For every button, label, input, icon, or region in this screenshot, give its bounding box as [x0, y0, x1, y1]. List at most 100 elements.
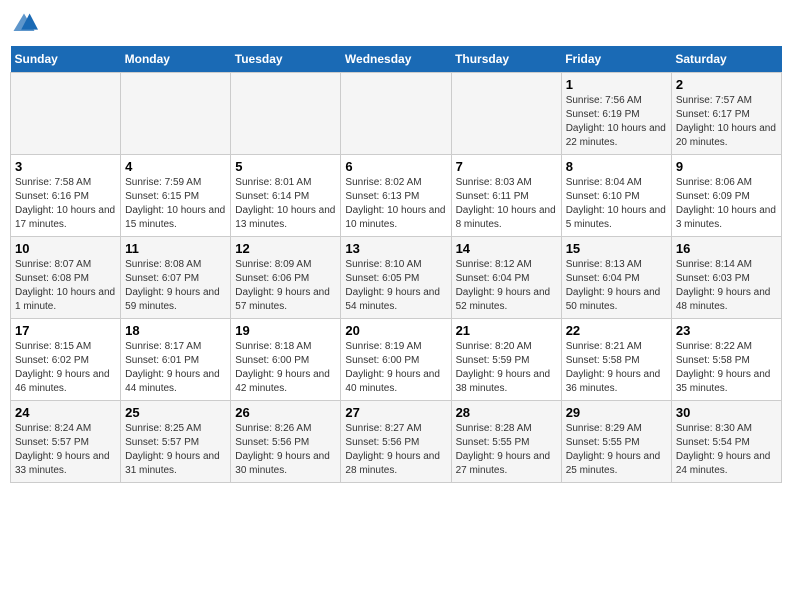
- day-cell: 24 Sunrise: 8:24 AM Sunset: 5:57 PM Dayli…: [11, 401, 121, 483]
- header-day-saturday: Saturday: [671, 46, 781, 73]
- day-info: Sunrise: 8:03 AM Sunset: 6:11 PM Dayligh…: [456, 176, 557, 232]
- day-cell: 9 Sunrise: 8:06 AM Sunset: 6:09 PM Daylig…: [671, 155, 781, 237]
- day-cell: [121, 73, 231, 155]
- day-number: 6: [345, 159, 446, 174]
- day-cell: 2 Sunrise: 7:57 AM Sunset: 6:17 PM Daylig…: [671, 73, 781, 155]
- day-number: 7: [456, 159, 557, 174]
- day-cell: 10 Sunrise: 8:07 AM Sunset: 6:08 PM Dayli…: [11, 237, 121, 319]
- day-info: Sunrise: 8:15 AM Sunset: 6:02 PM Dayligh…: [15, 340, 116, 396]
- day-number: 3: [15, 159, 116, 174]
- day-info: Sunrise: 8:20 AM Sunset: 5:59 PM Dayligh…: [456, 340, 557, 396]
- page-header: [10, 10, 782, 38]
- day-number: 22: [566, 323, 667, 338]
- day-cell: 7 Sunrise: 8:03 AM Sunset: 6:11 PM Daylig…: [451, 155, 561, 237]
- day-cell: [11, 73, 121, 155]
- day-number: 1: [566, 77, 667, 92]
- day-cell: 29Sunrise: 8:29 AM Sunset: 5:55 PM Dayli…: [561, 401, 671, 483]
- day-cell: 6Sunrise: 8:02 AM Sunset: 6:13 PM Daylig…: [341, 155, 451, 237]
- day-number: 17: [15, 323, 116, 338]
- day-number: 26: [235, 405, 336, 420]
- day-number: 29: [566, 405, 667, 420]
- day-number: 18: [125, 323, 226, 338]
- day-cell: 5Sunrise: 8:01 AM Sunset: 6:14 PM Daylig…: [231, 155, 341, 237]
- day-number: 16: [676, 241, 777, 256]
- day-cell: 12 Sunrise: 8:09 AM Sunset: 6:06 PM Dayli…: [231, 237, 341, 319]
- header-day-sunday: Sunday: [11, 46, 121, 73]
- day-info: Sunrise: 8:22 AM Sunset: 5:58 PM Dayligh…: [676, 340, 777, 396]
- logo-icon: [10, 10, 38, 38]
- week-row-3: 10 Sunrise: 8:07 AM Sunset: 6:08 PM Dayli…: [11, 237, 782, 319]
- day-number: 30: [676, 405, 777, 420]
- day-info: Sunrise: 8:14 AM Sunset: 6:03 PM Dayligh…: [676, 258, 777, 314]
- day-info: Sunrise: 8:27 AM Sunset: 5:56 PM Dayligh…: [345, 422, 446, 478]
- day-cell: [341, 73, 451, 155]
- day-number: 14: [456, 241, 557, 256]
- day-number: 10: [15, 241, 116, 256]
- day-cell: [231, 73, 341, 155]
- header-day-tuesday: Tuesday: [231, 46, 341, 73]
- day-number: 2: [676, 77, 777, 92]
- day-info: Sunrise: 8:28 AM Sunset: 5:55 PM Dayligh…: [456, 422, 557, 478]
- day-number: 28: [456, 405, 557, 420]
- day-cell: 28 Sunrise: 8:28 AM Sunset: 5:55 PM Dayli…: [451, 401, 561, 483]
- day-cell: 27 Sunrise: 8:27 AM Sunset: 5:56 PM Dayli…: [341, 401, 451, 483]
- day-number: 15: [566, 241, 667, 256]
- day-cell: 17 Sunrise: 8:15 AM Sunset: 6:02 PM Dayli…: [11, 319, 121, 401]
- day-info: Sunrise: 7:56 AM Sunset: 6:19 PM Dayligh…: [566, 94, 667, 150]
- header-day-monday: Monday: [121, 46, 231, 73]
- day-info: Sunrise: 8:10 AM Sunset: 6:05 PM Dayligh…: [345, 258, 446, 314]
- calendar-header: SundayMondayTuesdayWednesdayThursdayFrid…: [11, 46, 782, 73]
- day-cell: 16 Sunrise: 8:14 AM Sunset: 6:03 PM Dayli…: [671, 237, 781, 319]
- calendar-body: 1 Sunrise: 7:56 AM Sunset: 6:19 PM Daylig…: [11, 73, 782, 483]
- day-cell: 20 Sunrise: 8:19 AM Sunset: 6:00 PM Dayli…: [341, 319, 451, 401]
- day-info: Sunrise: 8:19 AM Sunset: 6:00 PM Dayligh…: [345, 340, 446, 396]
- day-info: Sunrise: 8:18 AM Sunset: 6:00 PM Dayligh…: [235, 340, 336, 396]
- day-info: Sunrise: 8:24 AM Sunset: 5:57 PM Dayligh…: [15, 422, 116, 478]
- day-number: 13: [345, 241, 446, 256]
- day-cell: 21 Sunrise: 8:20 AM Sunset: 5:59 PM Dayli…: [451, 319, 561, 401]
- day-number: 19: [235, 323, 336, 338]
- day-cell: 15 Sunrise: 8:13 AM Sunset: 6:04 PM Dayli…: [561, 237, 671, 319]
- day-info: Sunrise: 8:13 AM Sunset: 6:04 PM Dayligh…: [566, 258, 667, 314]
- logo: [10, 10, 40, 38]
- week-row-4: 17 Sunrise: 8:15 AM Sunset: 6:02 PM Dayli…: [11, 319, 782, 401]
- week-row-2: 3 Sunrise: 7:58 AM Sunset: 6:16 PM Daylig…: [11, 155, 782, 237]
- day-number: 24: [15, 405, 116, 420]
- day-info: Sunrise: 8:01 AM Sunset: 6:14 PM Dayligh…: [235, 176, 336, 232]
- day-info: Sunrise: 8:26 AM Sunset: 5:56 PM Dayligh…: [235, 422, 336, 478]
- calendar-table: SundayMondayTuesdayWednesdayThursdayFrid…: [10, 46, 782, 483]
- day-number: 23: [676, 323, 777, 338]
- week-row-1: 1 Sunrise: 7:56 AM Sunset: 6:19 PM Daylig…: [11, 73, 782, 155]
- day-cell: 30 Sunrise: 8:30 AM Sunset: 5:54 PM Dayli…: [671, 401, 781, 483]
- day-number: 12: [235, 241, 336, 256]
- day-info: Sunrise: 8:21 AM Sunset: 5:58 PM Dayligh…: [566, 340, 667, 396]
- day-cell: 13 Sunrise: 8:10 AM Sunset: 6:05 PM Dayli…: [341, 237, 451, 319]
- day-cell: 14 Sunrise: 8:12 AM Sunset: 6:04 PM Dayli…: [451, 237, 561, 319]
- day-cell: 1 Sunrise: 7:56 AM Sunset: 6:19 PM Daylig…: [561, 73, 671, 155]
- day-info: Sunrise: 8:17 AM Sunset: 6:01 PM Dayligh…: [125, 340, 226, 396]
- day-info: Sunrise: 8:25 AM Sunset: 5:57 PM Dayligh…: [125, 422, 226, 478]
- day-info: Sunrise: 7:59 AM Sunset: 6:15 PM Dayligh…: [125, 176, 226, 232]
- day-number: 8: [566, 159, 667, 174]
- header-day-thursday: Thursday: [451, 46, 561, 73]
- day-cell: [451, 73, 561, 155]
- day-info: Sunrise: 8:08 AM Sunset: 6:07 PM Dayligh…: [125, 258, 226, 314]
- day-cell: 3 Sunrise: 7:58 AM Sunset: 6:16 PM Daylig…: [11, 155, 121, 237]
- day-number: 9: [676, 159, 777, 174]
- day-info: Sunrise: 8:12 AM Sunset: 6:04 PM Dayligh…: [456, 258, 557, 314]
- day-number: 20: [345, 323, 446, 338]
- day-info: Sunrise: 8:06 AM Sunset: 6:09 PM Dayligh…: [676, 176, 777, 232]
- day-number: 27: [345, 405, 446, 420]
- header-day-friday: Friday: [561, 46, 671, 73]
- day-info: Sunrise: 8:30 AM Sunset: 5:54 PM Dayligh…: [676, 422, 777, 478]
- day-cell: 18 Sunrise: 8:17 AM Sunset: 6:01 PM Dayli…: [121, 319, 231, 401]
- day-info: Sunrise: 8:07 AM Sunset: 6:08 PM Dayligh…: [15, 258, 116, 314]
- week-row-5: 24 Sunrise: 8:24 AM Sunset: 5:57 PM Dayli…: [11, 401, 782, 483]
- day-cell: 19 Sunrise: 8:18 AM Sunset: 6:00 PM Dayli…: [231, 319, 341, 401]
- day-info: Sunrise: 8:09 AM Sunset: 6:06 PM Dayligh…: [235, 258, 336, 314]
- day-info: Sunrise: 7:57 AM Sunset: 6:17 PM Dayligh…: [676, 94, 777, 150]
- day-number: 21: [456, 323, 557, 338]
- day-cell: 23 Sunrise: 8:22 AM Sunset: 5:58 PM Dayli…: [671, 319, 781, 401]
- day-info: Sunrise: 7:58 AM Sunset: 6:16 PM Dayligh…: [15, 176, 116, 232]
- day-number: 25: [125, 405, 226, 420]
